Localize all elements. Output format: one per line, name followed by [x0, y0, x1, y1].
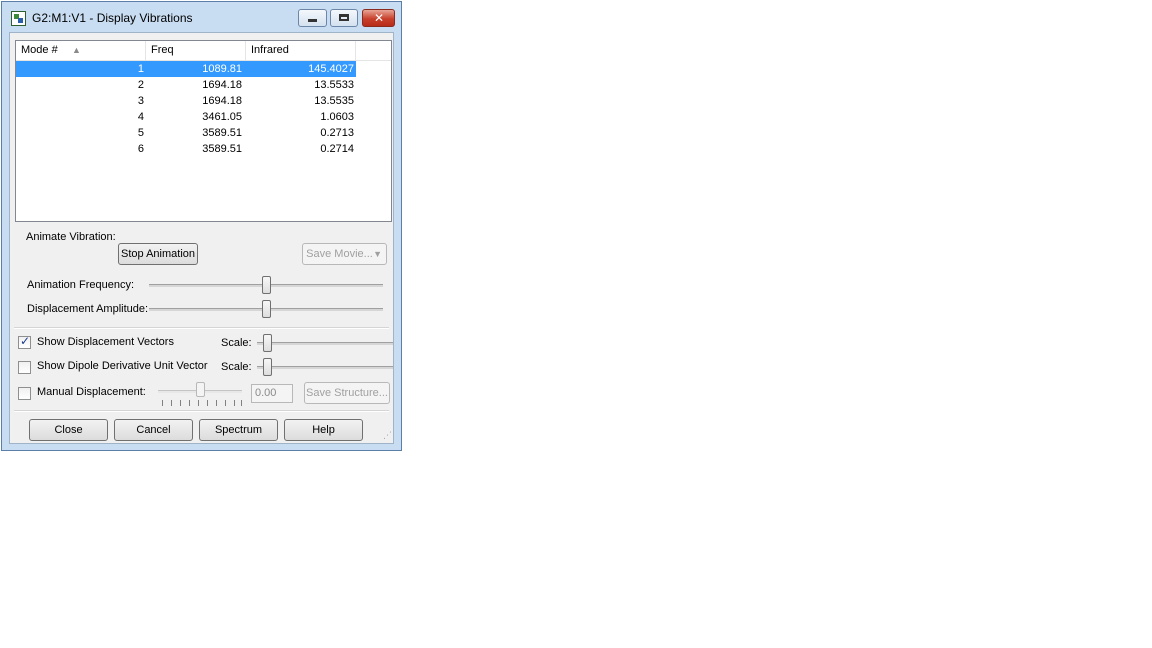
- close-button[interactable]: Close: [29, 419, 108, 441]
- table-row[interactable]: 5 3589.51 0.2713: [16, 125, 356, 141]
- spectrum-label: Spectrum: [214, 424, 263, 436]
- show-dipole-label: Show Dipole Derivative Unit Vector: [37, 360, 208, 372]
- cell-freq: 1694.18: [202, 79, 242, 91]
- sort-ascending-icon: ▲: [72, 45, 81, 55]
- cell-infrared: 1.0603: [320, 111, 354, 123]
- cell-mode: 6: [137, 143, 144, 155]
- save-structure-button[interactable]: Save Structure...: [304, 382, 390, 404]
- stop-animation-button[interactable]: Stop Animation: [118, 243, 198, 265]
- displacement-amplitude-label: Displacement Amplitude:: [27, 303, 149, 315]
- table-row[interactable]: 1 1089.81 145.4027: [16, 61, 356, 77]
- cell-infrared: 145.4027: [308, 63, 354, 75]
- table-row[interactable]: 4 3461.05 1.0603: [16, 109, 356, 125]
- separator: [14, 410, 389, 412]
- cancel-label: Cancel: [136, 424, 171, 436]
- cell-infrared: 0.2714: [320, 143, 354, 155]
- spectrum-button[interactable]: Spectrum: [199, 419, 278, 441]
- displacement-scale-track[interactable]: [257, 342, 393, 345]
- window-title: G2:M1:V1 - Display Vibrations: [32, 11, 193, 25]
- cell-mode: 4: [137, 111, 144, 123]
- column-header-label: Freq: [151, 44, 174, 56]
- manual-displacement-slider[interactable]: [195, 382, 205, 397]
- dipole-scale-slider[interactable]: [263, 358, 273, 376]
- display-vibrations-window: G2:M1:V1 - Display Vibrations Mode # ▲ F…: [1, 1, 402, 451]
- cell-freq: 3589.51: [202, 127, 242, 139]
- cancel-button[interactable]: Cancel: [114, 419, 193, 441]
- maximize-button[interactable]: [330, 9, 358, 27]
- cell-infrared: 13.5535: [314, 95, 354, 107]
- dipole-scale-track[interactable]: [257, 366, 393, 369]
- dropdown-arrow-icon: ▼: [373, 249, 382, 259]
- show-displacement-label: Show Displacement Vectors: [37, 336, 174, 348]
- displacement-amplitude-slider[interactable]: [261, 300, 271, 318]
- column-header-infrared[interactable]: Infrared: [246, 41, 356, 60]
- stop-animation-label: Stop Animation: [121, 248, 195, 260]
- show-dipole-checkbox[interactable]: [18, 361, 31, 374]
- close-window-button[interactable]: [362, 9, 395, 27]
- cell-mode: 5: [137, 127, 144, 139]
- dialog-client-area: Mode # ▲ Freq Infrared 1 1089.81 145.402…: [9, 32, 394, 444]
- manual-displacement-checkbox[interactable]: [18, 387, 31, 400]
- cell-freq: 3589.51: [202, 143, 242, 155]
- show-displacement-checkbox[interactable]: [18, 334, 31, 349]
- list-header: Mode # ▲ Freq Infrared: [16, 41, 391, 61]
- animation-frequency-label: Animation Frequency:: [27, 279, 134, 291]
- cell-mode: 2: [137, 79, 144, 91]
- help-button[interactable]: Help: [284, 419, 363, 441]
- title-bar[interactable]: G2:M1:V1 - Display Vibrations: [2, 2, 401, 32]
- save-movie-button[interactable]: Save Movie... ▼: [302, 243, 387, 265]
- manual-displacement-label: Manual Displacement:: [37, 386, 146, 398]
- cell-mode: 1: [137, 63, 144, 75]
- manual-displacement-value-field[interactable]: 0.00: [251, 384, 293, 403]
- column-header-label: Mode #: [21, 44, 58, 56]
- cell-mode: 3: [137, 95, 144, 107]
- scale-label: Scale:: [221, 337, 252, 349]
- resize-grip-icon[interactable]: ⋰: [383, 430, 392, 441]
- separator: [14, 327, 389, 329]
- minimize-button[interactable]: [298, 9, 327, 27]
- animation-frequency-slider[interactable]: [261, 276, 271, 294]
- table-row[interactable]: 2 1694.18 13.5533: [16, 77, 356, 93]
- table-row[interactable]: 3 1694.18 13.5535: [16, 93, 356, 109]
- animate-vibration-label: Animate Vibration:: [26, 231, 116, 243]
- vibration-mode-list[interactable]: Mode # ▲ Freq Infrared 1 1089.81 145.402…: [15, 40, 392, 222]
- column-header-freq[interactable]: Freq: [146, 41, 246, 60]
- column-header-mode[interactable]: Mode # ▲: [16, 41, 146, 60]
- column-header-label: Infrared: [251, 44, 289, 56]
- help-label: Help: [312, 424, 335, 436]
- cell-infrared: 0.2713: [320, 127, 354, 139]
- cell-freq: 1089.81: [202, 63, 242, 75]
- manual-displacement-value: 0.00: [255, 387, 277, 399]
- manual-displacement-ticks: [162, 400, 242, 406]
- close-label: Close: [54, 424, 83, 436]
- table-row[interactable]: 6 3589.51 0.2714: [16, 141, 356, 157]
- cell-freq: 3461.05: [202, 111, 242, 123]
- app-icon[interactable]: [11, 11, 26, 26]
- displacement-scale-slider[interactable]: [263, 334, 273, 352]
- cell-infrared: 13.5533: [314, 79, 354, 91]
- save-structure-label: Save Structure...: [306, 387, 388, 399]
- save-movie-label: Save Movie...: [306, 248, 373, 260]
- cell-freq: 1694.18: [202, 95, 242, 107]
- scale-label: Scale:: [221, 361, 252, 373]
